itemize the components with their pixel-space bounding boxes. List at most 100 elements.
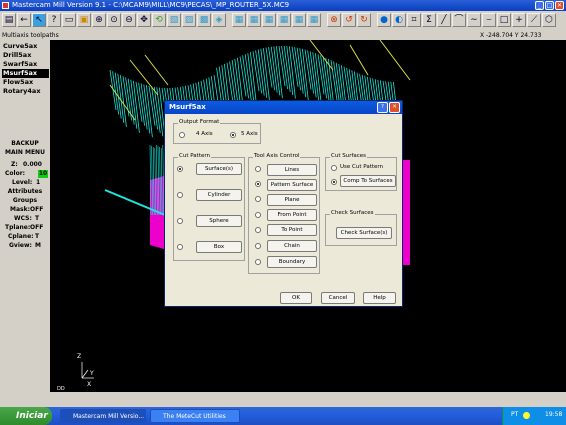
radio-comp-to-surfaces[interactable]: [331, 179, 337, 185]
chain-icon[interactable]: ⌗: [407, 13, 421, 27]
radio-box[interactable]: [177, 244, 183, 250]
mask-status[interactable]: Mask: OFF: [2, 206, 48, 214]
cut-surfaces-label: Cut Surfaces: [330, 153, 368, 159]
radio-4axis[interactable]: [179, 132, 185, 138]
spline-icon[interactable]: ∼: [467, 13, 481, 27]
backup-button[interactable]: BACKUP: [2, 139, 48, 148]
shade-icon[interactable]: ◐: [392, 13, 406, 27]
radio-chain[interactable]: [255, 243, 261, 249]
zoom-icon[interactable]: ⊙: [107, 13, 121, 27]
menu-item-curve5ax[interactable]: Curve5ax: [2, 42, 49, 51]
comp-to-surfaces-button[interactable]: Comp To Surfaces: [340, 175, 396, 187]
attributes-button[interactable]: Attributes: [2, 188, 48, 196]
menu-item-swarf5ax[interactable]: Swarf5ax: [2, 60, 49, 69]
sphere-button[interactable]: Sphere: [196, 215, 242, 227]
menu-item-drill5ax[interactable]: Drill5ax: [2, 51, 49, 60]
cube3-icon[interactable]: ▦: [262, 13, 276, 27]
cplane-status[interactable]: Cplane: T: [2, 233, 48, 241]
cancel-button[interactable]: Cancel: [321, 292, 355, 304]
radio-to-point[interactable]: [255, 227, 261, 233]
z-status[interactable]: Z: 0.000: [2, 161, 48, 169]
to-point-button[interactable]: To Point: [267, 224, 317, 236]
groups-button[interactable]: Groups: [2, 197, 48, 205]
arc-icon[interactable]: ⌒: [452, 13, 466, 27]
dialog-close-button[interactable]: ✕: [389, 102, 400, 113]
tray-icon[interactable]: [523, 412, 530, 419]
view-side-icon[interactable]: ▩: [197, 13, 211, 27]
zoom-out-icon[interactable]: ⊖: [122, 13, 136, 27]
radio-sphere[interactable]: [177, 218, 183, 224]
radio-lines[interactable]: [255, 166, 261, 172]
xform-icon[interactable]: ⬡: [542, 13, 556, 27]
maximize-button[interactable]: □: [545, 1, 554, 10]
cube5-icon[interactable]: ▦: [292, 13, 306, 27]
rotate-icon[interactable]: ⟲: [152, 13, 166, 27]
cube6-icon[interactable]: ▦: [307, 13, 321, 27]
zoom-in-icon[interactable]: ⊕: [92, 13, 106, 27]
help-icon[interactable]: ?: [47, 13, 61, 27]
minimize-button[interactable]: _: [535, 1, 544, 10]
axis-z-label: Z: [77, 353, 81, 360]
radio-use-cut-pattern[interactable]: [331, 165, 337, 171]
pan-icon[interactable]: ✥: [137, 13, 151, 27]
radio-pattern-surface[interactable]: [255, 181, 261, 187]
cube4-icon[interactable]: ▦: [277, 13, 291, 27]
lines-button[interactable]: Lines: [267, 164, 317, 176]
radio-plane[interactable]: [255, 196, 261, 202]
close-button[interactable]: ✕: [555, 1, 564, 10]
file-icon[interactable]: ▤: [2, 13, 16, 27]
cube2-icon[interactable]: ▦: [247, 13, 261, 27]
taskbar-item-mastercam[interactable]: Mastercam Mill Versio...: [60, 409, 146, 423]
rect-icon[interactable]: □: [497, 13, 511, 27]
wcs-status[interactable]: WCS: T: [2, 215, 48, 223]
arrow-icon[interactable]: ←: [17, 13, 31, 27]
view-iso-icon[interactable]: ◈: [212, 13, 226, 27]
menu-item-msurf5ax[interactable]: Msurf5ax: [2, 69, 49, 78]
ok-button[interactable]: OK: [280, 292, 312, 304]
language-indicator[interactable]: PT: [511, 411, 518, 418]
point-icon[interactable]: +: [512, 13, 526, 27]
dialog-help-button[interactable]: ?: [377, 102, 388, 113]
cube-icon[interactable]: ▦: [232, 13, 246, 27]
sphere-icon[interactable]: ●: [377, 13, 391, 27]
main-menu-button[interactable]: MAIN MENU: [2, 148, 48, 157]
trim-icon[interactable]: ⟋: [527, 13, 541, 27]
radio-surfaces[interactable]: [177, 166, 183, 172]
surfaces-button[interactable]: Surface(s): [196, 163, 242, 175]
start-button[interactable]: Iniciar: [0, 407, 52, 425]
cursor-icon[interactable]: ↖: [32, 13, 46, 27]
coords-text: X -248.704 Y 24.733: [480, 32, 542, 39]
screen-icon[interactable]: ▭: [62, 13, 76, 27]
radio-from-point[interactable]: [255, 212, 261, 218]
radio-cylinder[interactable]: [177, 192, 183, 198]
redo-icon[interactable]: ↻: [357, 13, 371, 27]
z-label: Z:: [11, 161, 18, 168]
view-top-icon[interactable]: ▧: [167, 13, 181, 27]
plane-button[interactable]: Plane: [267, 194, 317, 206]
tplane-status[interactable]: Tplane: OFF: [2, 224, 48, 232]
radio-boundary[interactable]: [255, 259, 261, 265]
menu-item-rotary4ax[interactable]: Rotary4ax: [2, 87, 49, 96]
fit-icon[interactable]: ▣: [77, 13, 91, 27]
cylinder-button[interactable]: Cylinder: [196, 189, 242, 201]
chain-button[interactable]: Chain: [267, 240, 317, 252]
level-status[interactable]: Level: 1: [2, 179, 48, 187]
pattern-surface-button[interactable]: Pattern Surface: [267, 179, 317, 191]
color-label: Color:: [5, 170, 26, 177]
color-status[interactable]: Color: 10: [2, 170, 48, 178]
help-button[interactable]: Help: [363, 292, 396, 304]
line-icon[interactable]: ╱: [437, 13, 451, 27]
view-front-icon[interactable]: ▨: [182, 13, 196, 27]
boundary-button[interactable]: Boundary: [267, 256, 317, 268]
menu-item-flow5ax[interactable]: Flow5ax: [2, 78, 49, 87]
radio-5axis[interactable]: [230, 132, 236, 138]
check-surfaces-button[interactable]: Check Surface(s): [336, 227, 392, 239]
from-point-button[interactable]: From Point: [267, 209, 317, 221]
sum-icon[interactable]: Σ: [422, 13, 436, 27]
gview-status[interactable]: Gview: M: [2, 242, 48, 250]
delete-icon[interactable]: ⊗: [327, 13, 341, 27]
box-button[interactable]: Box: [196, 241, 242, 253]
undo-icon[interactable]: ↺: [342, 13, 356, 27]
taskbar-item-metecut[interactable]: The MeteCut Utilities: [150, 409, 240, 423]
fillet-icon[interactable]: ⌣: [482, 13, 496, 27]
